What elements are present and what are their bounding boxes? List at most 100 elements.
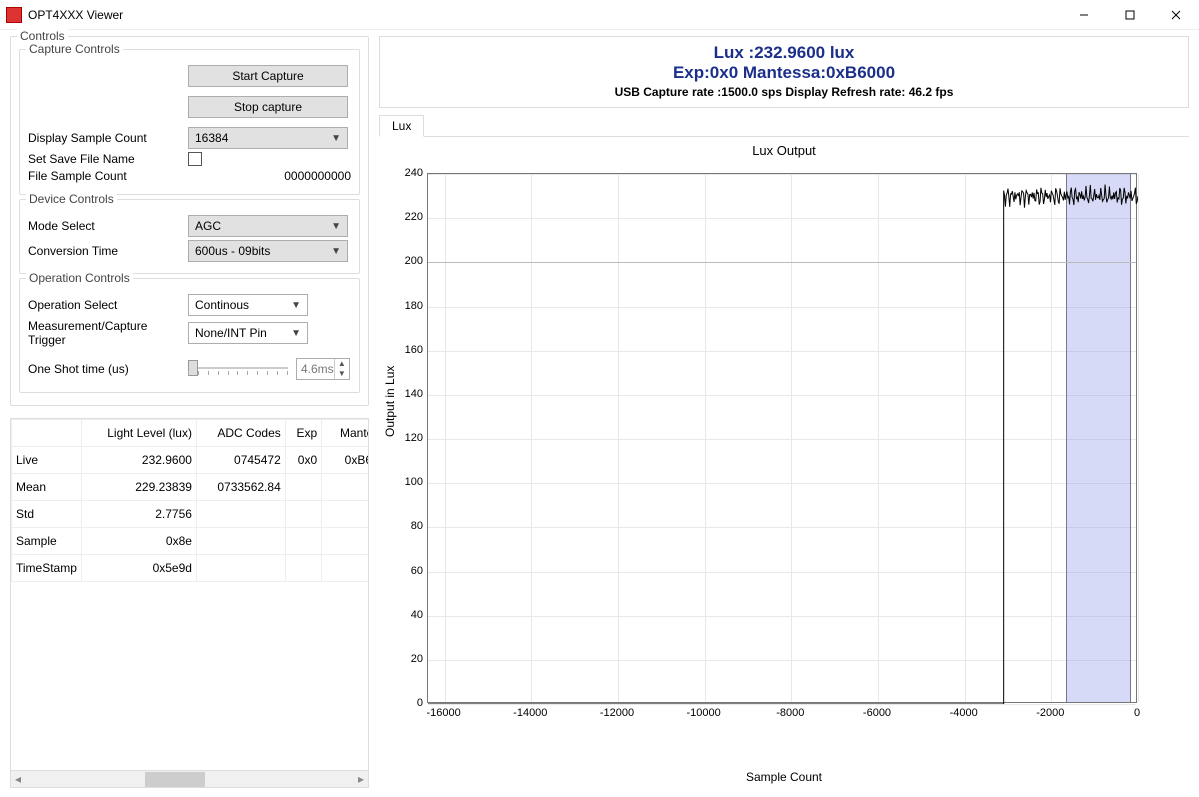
- mode-select-label: Mode Select: [28, 219, 188, 233]
- table-header: Light Level (lux): [82, 420, 197, 447]
- chart-title: Lux Output: [379, 143, 1189, 158]
- set-save-file-checkbox[interactable]: [188, 152, 202, 166]
- capture-trigger-label: Measurement/Capture Trigger: [28, 319, 188, 347]
- table-header: ADC Codes: [196, 420, 285, 447]
- chart-ylabel: Output in Lux: [383, 366, 397, 437]
- table-header: Mantessa: [322, 420, 368, 447]
- chevron-down-icon: ▼: [334, 369, 349, 379]
- table-cell: [196, 528, 285, 555]
- table-cell: [322, 528, 368, 555]
- ytick-label: 0: [417, 697, 423, 709]
- table-cell: [285, 555, 321, 582]
- controls-legend: Controls: [17, 29, 68, 43]
- maximize-button[interactable]: [1107, 0, 1153, 30]
- xtick-label: -12000: [600, 707, 634, 719]
- table-cell: 2.7756: [82, 501, 197, 528]
- table-cell: 0733562.84: [196, 474, 285, 501]
- chevron-down-icon: ▼: [291, 300, 301, 311]
- conversion-time-label: Conversion Time: [28, 244, 188, 258]
- mode-select[interactable]: AGC ▼: [188, 215, 348, 237]
- table-row: TimeStamp0x5e9d: [12, 555, 369, 582]
- one-shot-time-slider[interactable]: [188, 357, 288, 381]
- table-cell: Live: [12, 447, 82, 474]
- table-cell: Sample: [12, 528, 82, 555]
- table-horizontal-scrollbar[interactable]: ◂ ▸: [11, 770, 368, 787]
- file-sample-count-value: 0000000000: [284, 169, 351, 183]
- table-cell: [322, 474, 368, 501]
- banner-lux-line: Lux :232.9600 lux: [380, 43, 1188, 63]
- table-cell: 0x5e9d: [82, 555, 197, 582]
- xtick-label: 0: [1134, 707, 1140, 719]
- table-cell: 0x0: [285, 447, 321, 474]
- app-icon: [6, 7, 22, 23]
- ytick-label: 100: [405, 476, 423, 488]
- chart-xlabel: Sample Count: [379, 770, 1189, 784]
- mode-select-value: AGC: [195, 219, 221, 233]
- ytick-label: 140: [405, 388, 423, 400]
- conversion-time-value: 600us - 09bits: [195, 244, 270, 258]
- xtick-label: -4000: [950, 707, 978, 719]
- one-shot-time-spinner[interactable]: 4.6ms ▲▼: [296, 358, 350, 380]
- xtick-label: -10000: [687, 707, 721, 719]
- table-cell: Std: [12, 501, 82, 528]
- table-cell: 0xB6000: [322, 447, 368, 474]
- xtick-label: -16000: [427, 707, 461, 719]
- display-sample-count-value: 16384: [195, 131, 228, 145]
- one-shot-time-label: One Shot time (us): [28, 362, 188, 376]
- device-controls-group: Device Controls Mode Select AGC ▼ Conver…: [19, 199, 360, 274]
- start-capture-button[interactable]: Start Capture: [188, 65, 348, 87]
- tab-lux[interactable]: Lux: [379, 115, 424, 137]
- ytick-label: 220: [405, 211, 423, 223]
- xtick-label: -8000: [776, 707, 804, 719]
- table-cell: TimeStamp: [12, 555, 82, 582]
- close-button[interactable]: [1153, 0, 1199, 30]
- table-row: Sample0x8e: [12, 528, 369, 555]
- file-sample-count-label: File Sample Count: [28, 169, 188, 183]
- ytick-label: 240: [405, 167, 423, 179]
- ytick-label: 160: [405, 344, 423, 356]
- ytick-label: 180: [405, 300, 423, 312]
- capture-controls-legend: Capture Controls: [26, 42, 123, 56]
- operation-select[interactable]: Continous ▼: [188, 294, 308, 316]
- operation-select-label: Operation Select: [28, 298, 188, 312]
- controls-group: Controls Capture Controls Start Capture …: [10, 36, 369, 406]
- banner-exp-line: Exp:0x0 Mantessa:0xB6000: [380, 63, 1188, 83]
- chevron-down-icon: ▼: [331, 133, 341, 144]
- xtick-label: -14000: [513, 707, 547, 719]
- table-cell: [285, 501, 321, 528]
- ytick-label: 80: [411, 520, 423, 532]
- one-shot-time-value: 4.6ms: [297, 362, 334, 376]
- ytick-label: 20: [411, 653, 423, 665]
- chevron-left-icon: ◂: [11, 772, 25, 786]
- lux-chart[interactable]: Lux Output Output in Lux 020406080100120…: [379, 137, 1189, 788]
- table-cell: 232.9600: [82, 447, 197, 474]
- window-title: OPT4XXX Viewer: [28, 8, 1061, 22]
- table-row: Std2.7756: [12, 501, 369, 528]
- ytick-label: 120: [405, 432, 423, 444]
- display-sample-count-label: Display Sample Count: [28, 131, 188, 145]
- table-header: [12, 420, 82, 447]
- stop-capture-button[interactable]: Stop capture: [188, 96, 348, 118]
- table-cell: [285, 528, 321, 555]
- table-cell: 0x8e: [82, 528, 197, 555]
- chevron-down-icon: ▼: [331, 246, 341, 257]
- operation-select-value: Continous: [195, 298, 249, 312]
- table-cell: [196, 555, 285, 582]
- table-cell: [196, 501, 285, 528]
- display-sample-count-select[interactable]: 16384 ▼: [188, 127, 348, 149]
- minimize-button[interactable]: [1061, 0, 1107, 30]
- scrollbar-thumb[interactable]: [145, 772, 205, 787]
- chevron-right-icon: ▸: [354, 772, 368, 786]
- chart-tabs: Lux: [379, 114, 1189, 137]
- chevron-down-icon: ▼: [331, 221, 341, 232]
- conversion-time-select[interactable]: 600us - 09bits ▼: [188, 240, 348, 262]
- title-bar: OPT4XXX Viewer: [0, 0, 1199, 30]
- table-cell: Mean: [12, 474, 82, 501]
- capture-trigger-select[interactable]: None/INT Pin ▼: [188, 322, 308, 344]
- device-controls-legend: Device Controls: [26, 192, 117, 206]
- table-cell: 229.23839: [82, 474, 197, 501]
- chevron-up-icon: ▲: [334, 359, 349, 369]
- xtick-label: -6000: [863, 707, 891, 719]
- stats-table: Light Level (lux)ADC CodesExpMantessaCnt…: [10, 418, 369, 788]
- set-save-file-label: Set Save File Name: [28, 152, 188, 166]
